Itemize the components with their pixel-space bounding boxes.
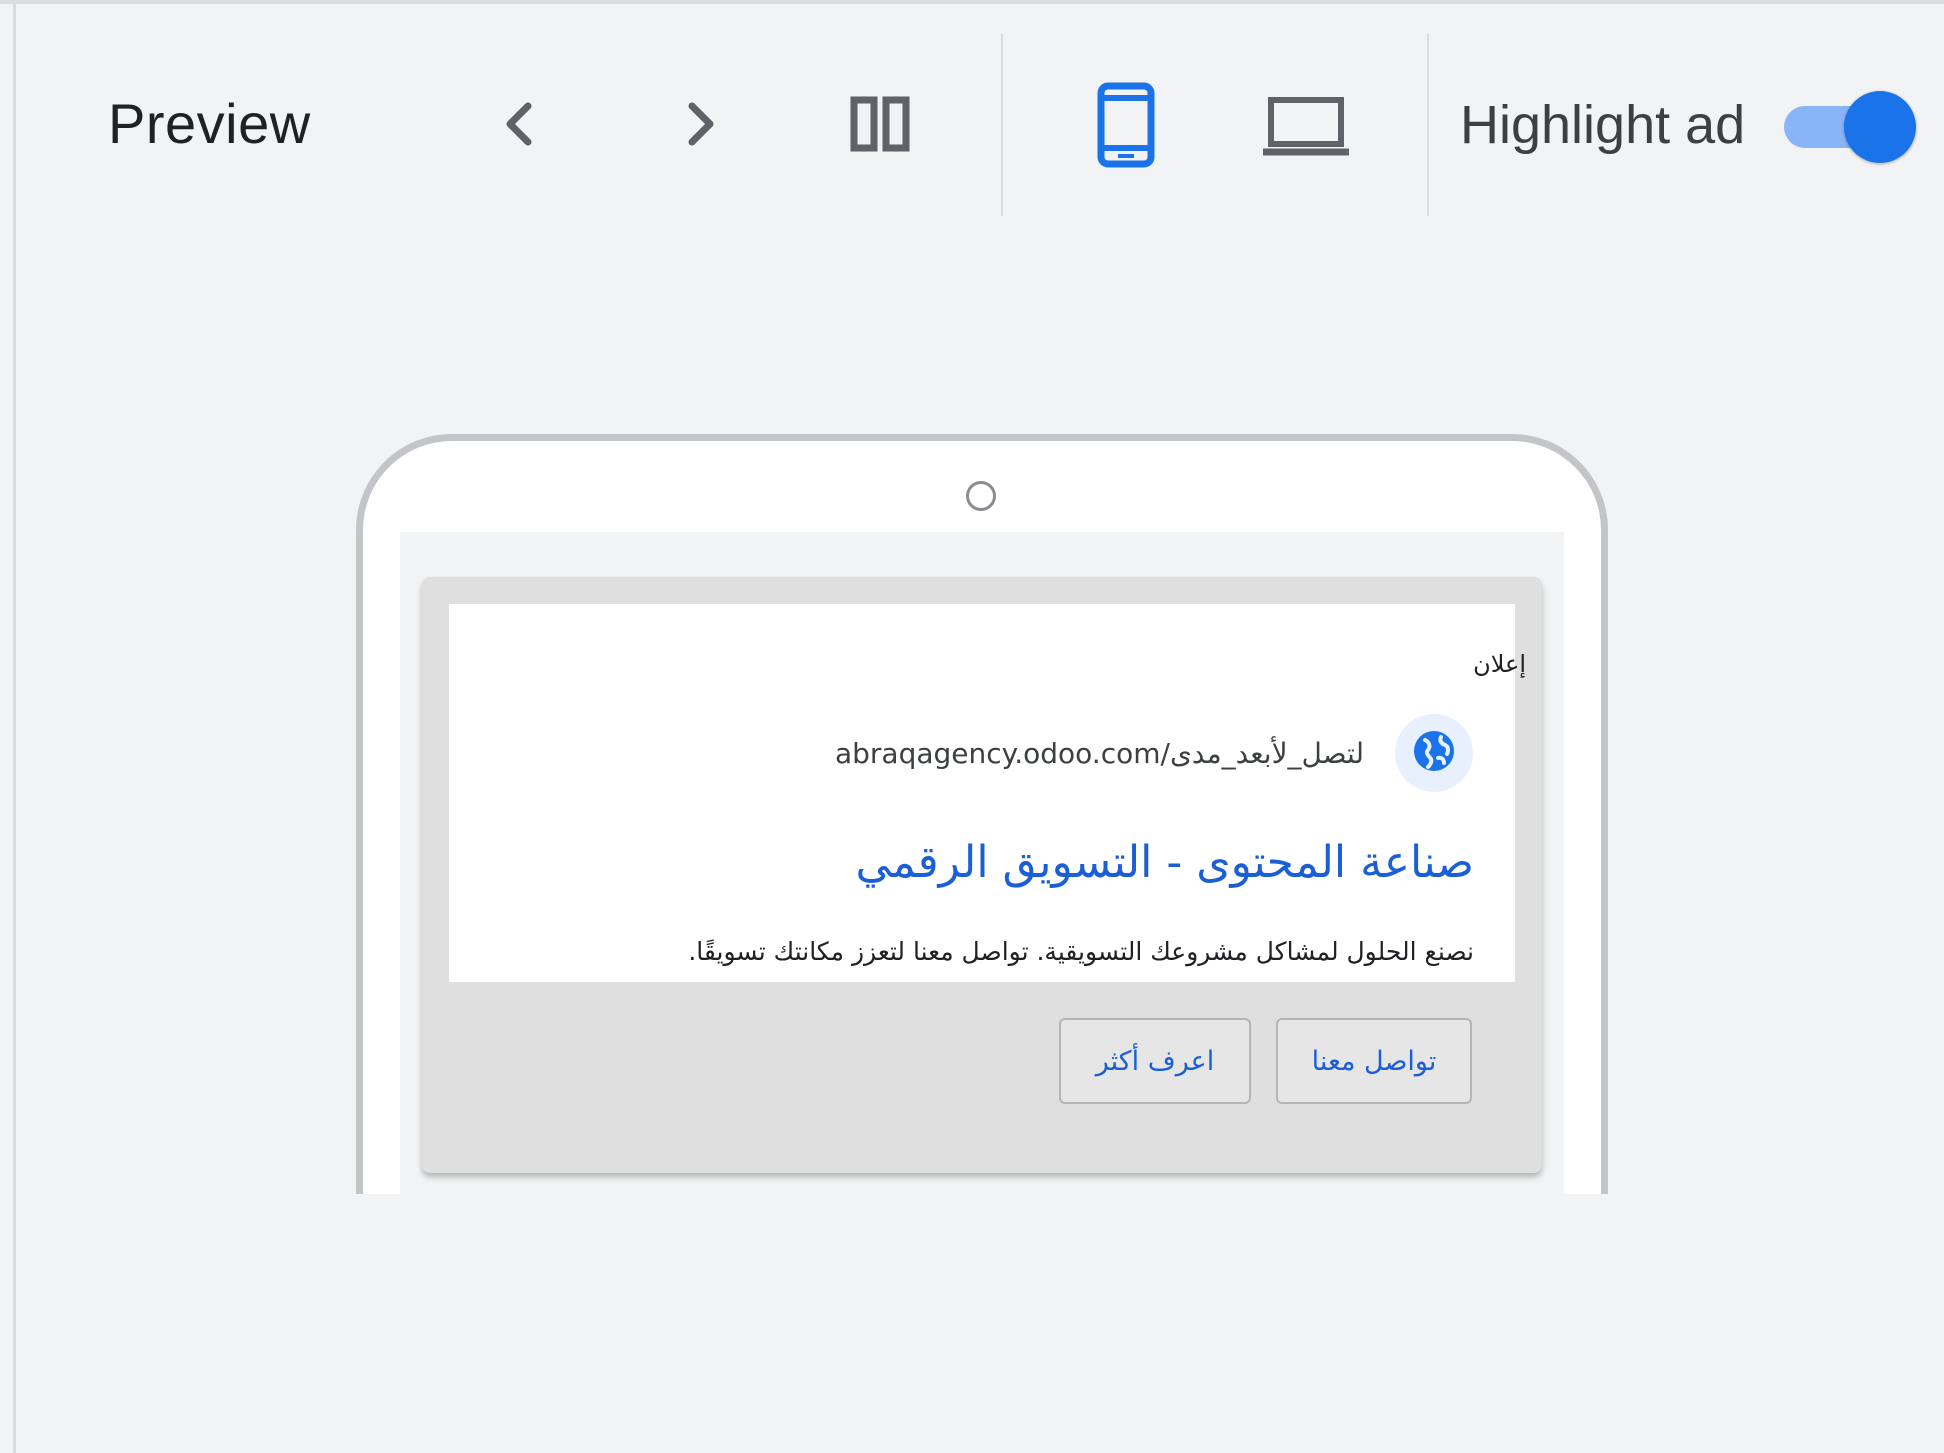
ad-headline[interactable]: صناعة المحتوى - التسويق الرقمي [855, 837, 1474, 888]
ad-sponsored-label: إعلان [1473, 650, 1526, 678]
toggle-knob [1844, 91, 1916, 163]
top-border [0, 0, 1944, 4]
desktop-view-button[interactable] [1258, 90, 1354, 162]
ad-display-url[interactable]: abraqagency.odoo.com/لتصل_لأبعد_مدى [835, 737, 1364, 770]
mobile-device-icon [1096, 82, 1156, 168]
split-view-button[interactable] [840, 88, 920, 160]
left-border [13, 0, 16, 1453]
contact-us-button[interactable]: تواصل معنا [1276, 1018, 1472, 1104]
site-favicon [1395, 714, 1473, 792]
highlight-ad-toggle[interactable] [1780, 91, 1916, 163]
toolbar-divider [1427, 34, 1429, 216]
chevron-left-icon [500, 100, 540, 148]
previous-button[interactable] [480, 88, 560, 160]
split-view-icon [850, 96, 910, 152]
learn-more-button[interactable]: اعرف أكثر [1059, 1018, 1251, 1104]
mobile-view-button[interactable] [1090, 80, 1162, 170]
next-button[interactable] [660, 88, 740, 160]
toolbar-divider [1001, 34, 1003, 216]
highlight-ad-label: Highlight ad [1460, 95, 1746, 155]
phone-camera [966, 481, 996, 511]
preview-title: Preview [108, 92, 311, 155]
ad-content [449, 604, 1515, 982]
chevron-right-icon [680, 100, 720, 148]
ad-description: نصنع الحلول لمشاكل مشروعك التسويقية. توا… [688, 937, 1474, 966]
laptop-icon [1261, 94, 1351, 158]
globe-icon [1411, 728, 1457, 779]
